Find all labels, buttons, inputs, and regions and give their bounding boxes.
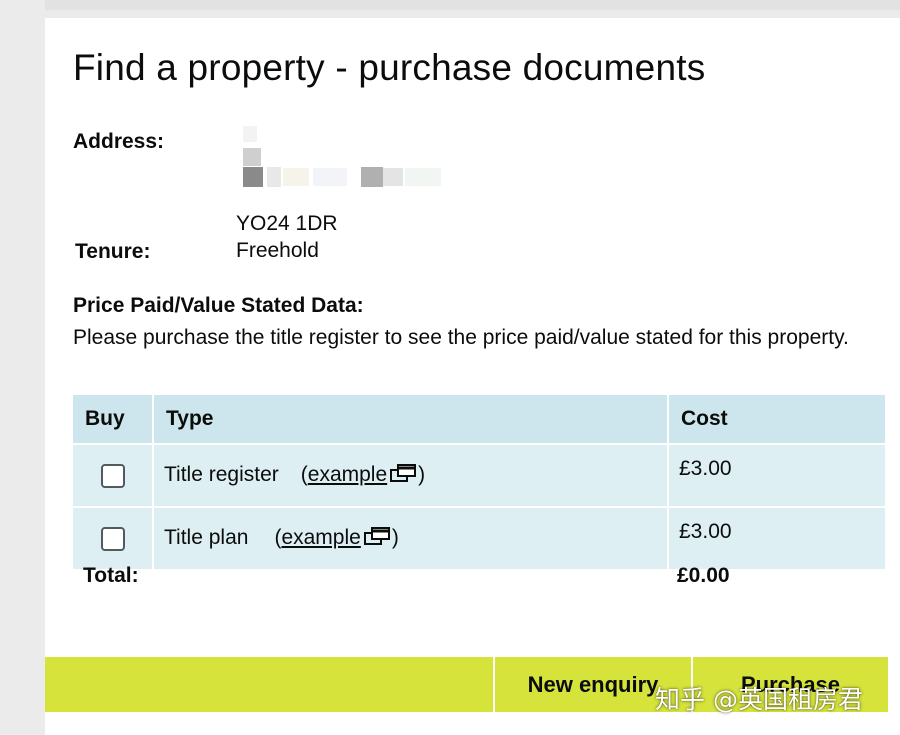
top-strip — [45, 0, 900, 10]
address-postcode: YO24 1DR — [236, 212, 338, 235]
documents-table: Buy Type Cost Title register (example) £3… — [73, 395, 885, 569]
example-link-wrapper: (example) — [301, 463, 425, 486]
table-header-row: Buy Type Cost — [73, 395, 885, 444]
watermark: 知乎 @英国租房君 — [655, 685, 863, 714]
type-cell: Title register (example) — [153, 443, 669, 507]
example-link-wrapper: (example) — [274, 526, 398, 549]
cost-cell: £3.00 — [668, 443, 885, 507]
price-paid-heading: Price Paid/Value Stated Data: — [73, 294, 364, 317]
buy-title-register-checkbox[interactable] — [100, 463, 125, 488]
tenure-label: Tenure: — [75, 240, 151, 263]
tenure-value: Freehold — [236, 239, 319, 262]
open-in-new-window-icon — [390, 463, 418, 489]
document-type: Title plan — [164, 525, 249, 549]
title-plan-example-link[interactable]: example — [281, 526, 391, 549]
open-in-new-window-icon — [363, 526, 392, 552]
purchase-documents-panel: Find a property - purchase documents Add… — [45, 18, 900, 735]
total-value: £0.00 — [677, 564, 730, 587]
type-cell: Title plan (example) — [153, 506, 669, 569]
cost-cell: £3.00 — [668, 506, 885, 569]
example-link-text: example — [307, 462, 388, 486]
col-header-cost: Cost — [668, 395, 885, 444]
title-register-example-link[interactable]: example — [308, 463, 418, 486]
price-paid-message: Please purchase the title register to se… — [73, 326, 849, 349]
buy-cell — [73, 506, 154, 569]
example-link-text: example — [281, 525, 361, 549]
table-row: Title register (example) £3.00 — [73, 443, 885, 507]
col-header-type: Type — [153, 395, 669, 444]
page-title: Find a property - purchase documents — [73, 47, 706, 88]
address-label: Address: — [73, 130, 165, 153]
buy-cell — [73, 443, 154, 507]
col-header-buy: Buy — [73, 395, 154, 444]
table-row: Title plan (example) £3.00 — [73, 506, 885, 569]
document-type: Title register — [164, 462, 279, 486]
buy-title-plan-checkbox[interactable] — [100, 526, 125, 551]
total-label: Total: — [83, 564, 139, 587]
